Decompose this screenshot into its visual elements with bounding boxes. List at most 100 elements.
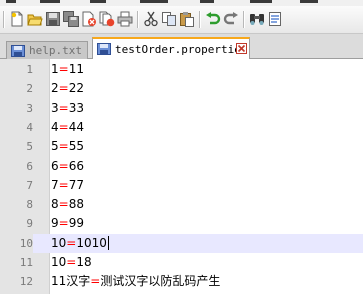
line-number: 10	[0, 233, 33, 253]
editor-line[interactable]: 9 9=99	[0, 214, 363, 233]
equals-operator: =	[66, 255, 77, 269]
property-key: 9	[51, 216, 59, 231]
property-key: 8	[51, 197, 59, 212]
toolbar-separator	[199, 11, 201, 28]
line-number: 7	[26, 178, 33, 192]
tab-bar: help.txt testOrder.properties	[0, 34, 363, 59]
toolbar-separator	[137, 11, 139, 28]
text-caret	[107, 236, 109, 251]
editor-line[interactable]: 5 5=55	[0, 137, 363, 156]
property-value: 55	[68, 139, 84, 154]
property-value: 44	[68, 119, 84, 134]
editor-line[interactable]: 11 10=18	[0, 253, 363, 272]
editor-line[interactable]: 1 1=11	[0, 60, 363, 79]
copy-icon[interactable]	[160, 10, 178, 28]
equals-operator: =	[58, 119, 69, 134]
open-file-icon[interactable]	[26, 10, 44, 28]
equals-operator: =	[58, 177, 69, 192]
editor-line[interactable]: 3 3=33	[0, 99, 363, 118]
line-number: 3	[26, 101, 33, 115]
saved-file-icon	[11, 44, 25, 57]
editor-line[interactable]: 12 11汉字=测试汉字以防乱码产生	[0, 272, 363, 291]
property-key: 10	[51, 235, 67, 250]
toolbar-grip	[3, 11, 5, 28]
property-key: 7	[51, 177, 59, 192]
replace-icon[interactable]	[266, 10, 284, 28]
undo-icon[interactable]	[204, 10, 222, 28]
equals-operator: =	[66, 235, 77, 250]
property-key: 3	[51, 100, 59, 115]
line-number: 9	[26, 217, 33, 231]
tab-testorder-properties[interactable]: testOrder.properties	[92, 37, 250, 59]
line-text[interactable]: 4=44	[51, 118, 84, 137]
property-value: 测试汉字以防乱码产生	[100, 274, 221, 289]
find-icon[interactable]	[248, 10, 266, 28]
editor-line[interactable]: 7 7=77	[0, 176, 363, 195]
line-number: 12	[19, 275, 33, 289]
equals-operator: =	[58, 81, 69, 96]
line-number: 2	[26, 82, 33, 96]
property-key: 1	[51, 62, 59, 76]
property-value: 1010	[76, 235, 107, 250]
line-number: 4	[26, 120, 33, 134]
paste-icon[interactable]	[178, 10, 196, 28]
equals-operator: =	[58, 158, 69, 173]
property-value: 33	[68, 100, 84, 115]
tab-help-txt[interactable]: help.txt	[6, 41, 88, 59]
line-text[interactable]: 5=55	[51, 137, 84, 156]
property-value: 11	[68, 62, 84, 76]
line-text[interactable]: 8=88	[51, 195, 84, 214]
tab-label: testOrder.properties	[115, 42, 248, 56]
toolbar-separator	[243, 11, 245, 28]
property-value: 88	[68, 197, 84, 212]
line-text[interactable]: 9=99	[51, 214, 84, 233]
equals-operator: =	[58, 216, 69, 231]
close-file-icon[interactable]	[80, 10, 98, 28]
print-icon[interactable]	[116, 10, 134, 28]
new-file-icon[interactable]	[8, 10, 26, 28]
property-key: 2	[51, 81, 59, 96]
equals-operator: =	[58, 139, 69, 154]
editor-line[interactable]: 6 6=66	[0, 157, 363, 176]
property-value: 22	[68, 81, 84, 96]
toolbar	[0, 6, 363, 34]
equals-operator: =	[58, 100, 69, 115]
line-text[interactable]: 3=33	[51, 99, 84, 118]
tab-label: help.txt	[29, 44, 82, 57]
property-key: 6	[51, 158, 59, 173]
cut-icon[interactable]	[142, 10, 160, 28]
equals-operator: =	[58, 62, 69, 76]
line-number: 11	[19, 256, 33, 269]
line-number: 8	[26, 198, 33, 212]
save-icon[interactable]	[44, 10, 62, 28]
property-value: 99	[68, 216, 84, 231]
close-all-icon[interactable]	[98, 10, 116, 28]
line-text[interactable]: 2=22	[51, 79, 84, 98]
editor-area[interactable]: 1 1=11 2 2=22 3 3=33 4 4=44 5 5=55 6 6=66 7 7=77 8 8=88…	[0, 59, 363, 294]
equals-operator: =	[90, 274, 101, 289]
property-value: 66	[68, 158, 84, 173]
line-text[interactable]: 6=66	[51, 157, 84, 176]
redo-icon[interactable]	[222, 10, 240, 28]
line-text[interactable]: 7=77	[51, 176, 84, 195]
property-value: 18	[76, 255, 92, 269]
property-key: 10	[51, 255, 67, 269]
save-all-icon[interactable]	[62, 10, 80, 28]
saved-file-icon	[97, 43, 111, 55]
line-text[interactable]: 10=1010	[51, 234, 109, 253]
property-key: 11汉字	[51, 274, 91, 289]
editor-line[interactable]: 8 8=88	[0, 195, 363, 214]
line-text[interactable]: 11汉字=测试汉字以防乱码产生	[51, 272, 220, 291]
property-key: 4	[51, 119, 59, 134]
property-value: 77	[68, 177, 84, 192]
line-text[interactable]: 10=18	[51, 253, 92, 272]
editor-line[interactable]: 2 2=22	[0, 79, 363, 98]
line-number: 5	[26, 140, 33, 154]
close-tab-icon[interactable]	[236, 43, 247, 54]
editor-line[interactable]: 4 4=44	[0, 118, 363, 137]
property-key: 5	[51, 139, 59, 154]
equals-operator: =	[58, 197, 69, 212]
line-number: 6	[26, 159, 33, 173]
line-text[interactable]: 1=11	[51, 60, 84, 79]
editor-line[interactable]: 10 10=1010	[0, 233, 363, 253]
